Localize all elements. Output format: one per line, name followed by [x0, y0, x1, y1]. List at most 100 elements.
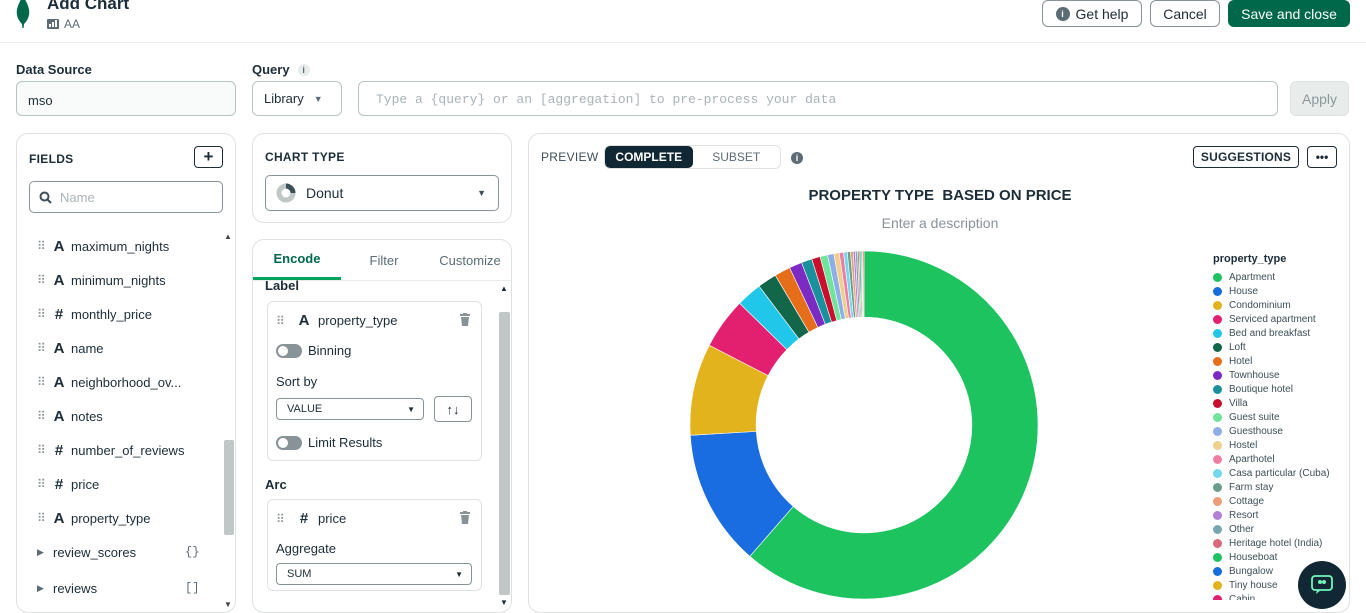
legend-item[interactable]: Villa	[1213, 396, 1348, 410]
legend-item[interactable]: Townhouse	[1213, 368, 1348, 382]
field-item[interactable]: ⠿ Aminimum_nights	[37, 270, 166, 290]
library-dropdown[interactable]: Library ▼	[252, 81, 342, 116]
drag-handle-icon[interactable]: ⠿	[276, 314, 290, 328]
chart-type-dropdown[interactable]: Donut ▼	[265, 175, 499, 211]
legend-label: Farm stay	[1229, 481, 1274, 493]
field-group[interactable]: ▶ review_scores	[37, 542, 136, 562]
drag-handle-icon[interactable]: ⠿	[37, 409, 51, 423]
field-item[interactable]: ⠿ Aname	[37, 338, 104, 358]
field-item[interactable]: ⠿ Aproperty_type	[37, 508, 151, 528]
legend-item[interactable]: Serviced apartment	[1213, 312, 1348, 326]
donut-slice[interactable]	[862, 250, 865, 318]
scroll-thumb[interactable]	[499, 312, 510, 595]
scroll-thumb[interactable]	[224, 440, 234, 535]
tab-customize[interactable]: Customize	[427, 240, 511, 280]
fields-scrollbar[interactable]: ▲ ▼	[221, 230, 235, 612]
legend-swatch	[1213, 552, 1222, 562]
expand-icon[interactable]: ▶	[37, 583, 53, 594]
sort-by-dropdown[interactable]: VALUE ▼	[276, 398, 424, 420]
field-item[interactable]: ⠿ Anotes	[37, 406, 103, 426]
tab-encode[interactable]: Encode	[253, 240, 341, 280]
label-field-name: property_type	[318, 313, 398, 328]
field-item[interactable]: ⠿ Aneighborhood_ov...	[37, 372, 181, 392]
preview-info-icon[interactable]: i	[791, 152, 803, 164]
legend-item[interactable]: Heritage hotel (India)	[1213, 536, 1348, 550]
legend-item[interactable]: Other	[1213, 522, 1348, 536]
legend-swatch	[1213, 538, 1222, 548]
drag-handle-icon[interactable]: ⠿	[276, 512, 290, 526]
encode-scrollbar[interactable]: ▲ ▼	[497, 282, 511, 612]
add-field-button[interactable]: +	[194, 146, 223, 168]
get-help-button[interactable]: i Get help	[1042, 0, 1142, 27]
chat-support-button[interactable]	[1298, 561, 1346, 609]
query-info-icon[interactable]: i	[297, 63, 310, 76]
legend-label: House	[1229, 285, 1258, 297]
legend-item[interactable]: Boutique hotel	[1213, 382, 1348, 396]
scroll-up-icon[interactable]: ▲	[500, 284, 508, 293]
drag-handle-icon[interactable]: ⠿	[37, 375, 51, 389]
field-name: price	[71, 476, 100, 492]
legend-item[interactable]: Resort	[1213, 508, 1348, 522]
chart-description[interactable]: Enter a description	[529, 215, 1349, 231]
scroll-down-icon[interactable]: ▼	[500, 598, 508, 607]
cancel-button[interactable]: Cancel	[1150, 0, 1220, 27]
field-item[interactable]: ⠿ # monthly_price	[37, 304, 152, 324]
legend-item[interactable]: Aparthotel	[1213, 452, 1348, 466]
limit-results-toggle[interactable]	[276, 435, 302, 450]
field-item[interactable]: ⠿ # number_of_reviews	[37, 440, 184, 460]
legend-item[interactable]: Hotel	[1213, 354, 1348, 368]
scroll-up-icon[interactable]: ▲	[224, 232, 232, 241]
data-source-field[interactable]: mso	[16, 81, 236, 116]
sort-direction-button[interactable]: ↑↓	[434, 396, 472, 422]
legend-item[interactable]: Guest suite	[1213, 410, 1348, 424]
drag-handle-icon[interactable]: ⠿	[37, 511, 51, 525]
arc-field[interactable]: ⠿ # price	[276, 510, 346, 527]
trash-icon[interactable]	[459, 313, 471, 326]
apply-button[interactable]: Apply	[1290, 81, 1349, 116]
legend-swatch	[1213, 496, 1222, 506]
legend-label: Cottage	[1229, 495, 1265, 507]
legend-item[interactable]: Casa particular (Cuba)	[1213, 466, 1348, 480]
drag-handle-icon[interactable]: ⠿	[37, 341, 51, 355]
legend-label: Bungalow	[1229, 565, 1273, 577]
legend-item[interactable]: Farm stay	[1213, 480, 1348, 494]
get-help-label: Get help	[1075, 5, 1129, 22]
legend-item[interactable]: Bed and breakfast	[1213, 326, 1348, 340]
legend-item[interactable]: Cottage	[1213, 494, 1348, 508]
more-options-button[interactable]: •••	[1307, 146, 1337, 168]
label-field[interactable]: ⠿ A property_type	[276, 312, 398, 329]
field-group-name: reviews	[53, 580, 98, 596]
legend-item[interactable]: House	[1213, 284, 1348, 298]
field-group[interactable]: ▶ reviews	[37, 578, 97, 598]
label-section-title: Label	[265, 278, 299, 293]
chart-type-value: Donut	[306, 185, 344, 201]
number-type-icon: #	[54, 305, 64, 323]
suggestions-button[interactable]: SUGGESTIONS	[1193, 146, 1299, 168]
aggregate-dropdown[interactable]: SUM ▼	[276, 563, 472, 585]
subset-option[interactable]: SUBSET	[693, 146, 781, 168]
trash-icon[interactable]	[459, 511, 471, 524]
chart-title[interactable]: PROPERTY TYPE BASED ON PRICE	[529, 187, 1349, 204]
query-input[interactable]: Type a {query} or an [aggregation] to pr…	[358, 81, 1278, 116]
drag-handle-icon[interactable]: ⠿	[37, 273, 51, 287]
field-search-input[interactable]: Name	[29, 181, 223, 213]
field-item[interactable]: ⠿ Amaximum_nights	[37, 236, 169, 256]
tab-filter[interactable]: Filter	[341, 240, 427, 280]
chat-icon	[1311, 575, 1333, 594]
scroll-down-icon[interactable]: ▼	[224, 600, 232, 609]
legend-item[interactable]: Hostel	[1213, 438, 1348, 452]
drag-handle-icon[interactable]: ⠿	[37, 239, 51, 253]
drag-handle-icon[interactable]: ⠿	[37, 443, 51, 457]
legend-item[interactable]: Apartment	[1213, 270, 1348, 284]
legend-item[interactable]: Guesthouse	[1213, 424, 1348, 438]
complete-option[interactable]: COMPLETE	[605, 146, 693, 168]
binning-toggle[interactable]	[276, 343, 302, 358]
save-and-close-button[interactable]: Save and close	[1228, 0, 1350, 27]
legend-item[interactable]: Loft	[1213, 340, 1348, 354]
field-item[interactable]: ⠿ # price	[37, 474, 99, 494]
drag-handle-icon[interactable]: ⠿	[37, 477, 51, 491]
sort-order-icon: ↑↓	[446, 401, 460, 417]
expand-icon[interactable]: ▶	[37, 547, 53, 558]
drag-handle-icon[interactable]: ⠿	[37, 307, 51, 321]
legend-item[interactable]: Condominium	[1213, 298, 1348, 312]
